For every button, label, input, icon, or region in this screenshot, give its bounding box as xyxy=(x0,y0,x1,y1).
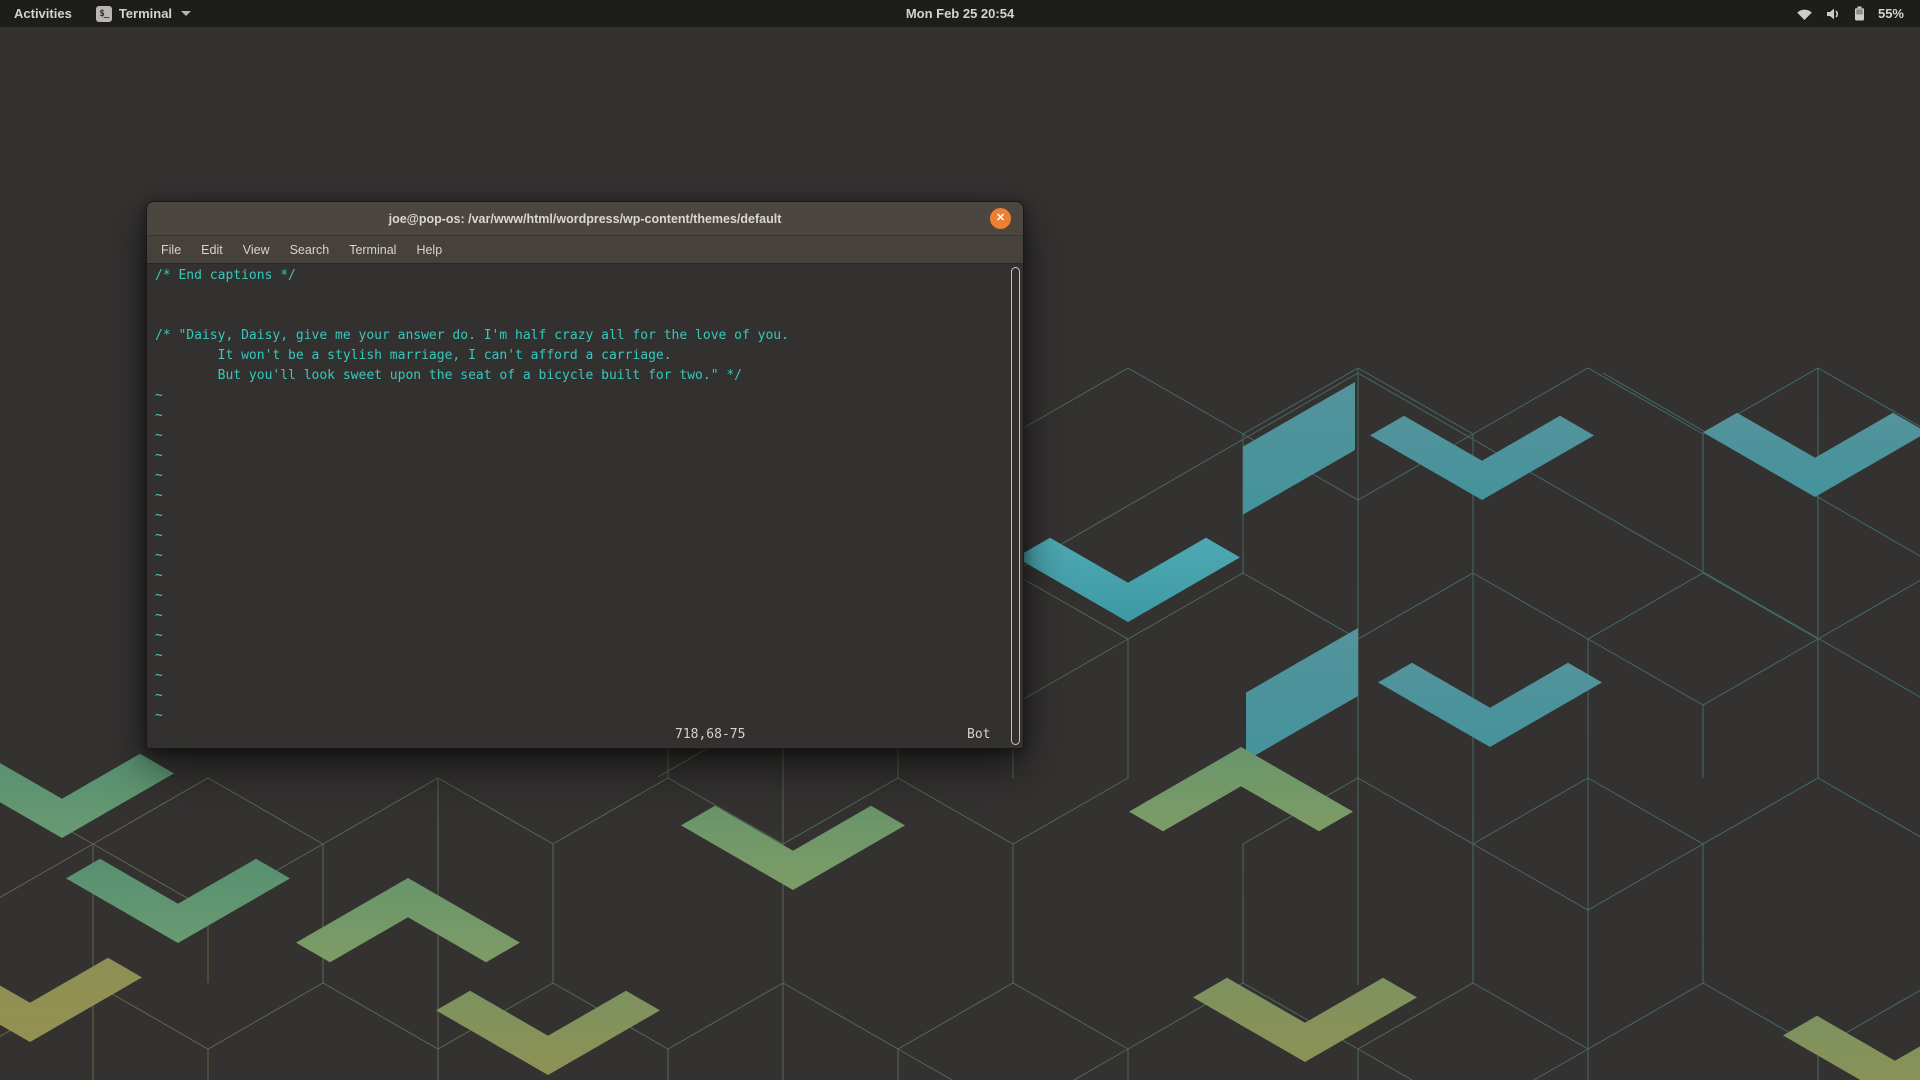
activities-button[interactable]: Activities xyxy=(0,0,86,27)
vim-tilde-line: ~ xyxy=(155,706,1007,726)
wallpaper-chevron xyxy=(681,806,905,890)
wallpaper-chevron xyxy=(1193,978,1417,1062)
terminal-app-icon: $_ xyxy=(96,6,112,22)
vim-tilde-line: ~ xyxy=(155,406,1007,426)
clock-button[interactable]: Mon Feb 25 20:54 xyxy=(906,6,1014,21)
app-menu-button[interactable]: $_ Terminal xyxy=(90,0,197,27)
vim-tilde-line: ~ xyxy=(155,686,1007,706)
top-bar: Activities $_ Terminal Mon Feb 25 20:54 … xyxy=(0,0,1920,27)
wallpaper-chevron xyxy=(1129,747,1353,831)
terminal-line: /* "Daisy, Daisy, give me your answer do… xyxy=(155,326,1007,346)
menu-item-view[interactable]: View xyxy=(233,239,280,261)
vim-tilde-line: ~ xyxy=(155,486,1007,506)
terminal-line xyxy=(155,306,1007,326)
terminal-line: It won't be a stylish marriage, I can't … xyxy=(155,346,1007,366)
vim-tilde-line: ~ xyxy=(155,546,1007,566)
menu-item-file[interactable]: File xyxy=(151,239,191,261)
vim-tilde-line: ~ xyxy=(155,566,1007,586)
menu-bar: FileEditViewSearchTerminalHelp xyxy=(147,236,1023,264)
wallpaper-chevron xyxy=(0,958,142,1042)
terminal-line: /* End captions */ xyxy=(155,266,1007,286)
window-title: joe@pop-os: /var/www/html/wordpress/wp-c… xyxy=(389,212,782,226)
vim-tilde-line: ~ xyxy=(155,446,1007,466)
vim-tilde-line: ~ xyxy=(155,626,1007,646)
vim-statusline: 718,68-75 Bot xyxy=(147,725,1023,745)
wifi-icon xyxy=(1796,7,1813,21)
vim-tilde-line: ~ xyxy=(155,646,1007,666)
wallpaper-chevron xyxy=(436,991,660,1075)
vim-tilde-line: ~ xyxy=(155,506,1007,526)
terminal-content[interactable]: /* End captions */ /* "Daisy, Daisy, giv… xyxy=(147,264,1023,748)
wallpaper-chevron xyxy=(1378,663,1602,747)
system-tray[interactable]: 55% xyxy=(1796,0,1920,27)
wallpaper-chevron xyxy=(1246,628,1358,761)
terminal-line: But you'll look sweet upon the seat of a… xyxy=(155,366,1007,386)
wallpaper-chevron xyxy=(0,754,174,838)
app-menu-label: Terminal xyxy=(119,6,172,21)
menu-item-help[interactable]: Help xyxy=(406,239,452,261)
wallpaper-chevron xyxy=(296,878,520,962)
battery-icon xyxy=(1854,6,1865,21)
terminal-text: /* End captions */ /* "Daisy, Daisy, giv… xyxy=(155,266,1007,726)
desktop: Activities $_ Terminal Mon Feb 25 20:54 … xyxy=(0,0,1920,1080)
battery-percentage: 55% xyxy=(1878,6,1904,21)
volume-icon xyxy=(1826,7,1841,21)
terminal-line xyxy=(155,286,1007,306)
wallpaper-chevron xyxy=(1783,1016,1920,1080)
clock-area: Mon Feb 25 20:54 xyxy=(0,6,1920,21)
chevron-down-icon xyxy=(181,11,191,16)
menu-item-search[interactable]: Search xyxy=(280,239,340,261)
menu-item-terminal[interactable]: Terminal xyxy=(339,239,406,261)
wallpaper-chevron xyxy=(1016,538,1240,622)
vim-scroll-position: Bot xyxy=(967,725,990,745)
terminal-window: joe@pop-os: /var/www/html/wordpress/wp-c… xyxy=(146,201,1024,749)
vim-tilde-line: ~ xyxy=(155,426,1007,446)
vim-ruler: 718,68-75 xyxy=(675,725,745,745)
close-button[interactable]: ✕ xyxy=(990,208,1011,229)
vim-tilde-line: ~ xyxy=(155,386,1007,406)
vim-tilde-line: ~ xyxy=(155,526,1007,546)
vim-tilde-line: ~ xyxy=(155,606,1007,626)
scrollbar[interactable] xyxy=(1011,267,1020,745)
wallpaper-chevron xyxy=(1703,413,1920,497)
vim-tilde-line: ~ xyxy=(155,466,1007,486)
scrollbar-thumb[interactable] xyxy=(1011,267,1020,745)
vim-tilde-line: ~ xyxy=(155,586,1007,606)
menu-item-edit[interactable]: Edit xyxy=(191,239,233,261)
wallpaper-chevron xyxy=(66,859,290,943)
window-titlebar[interactable]: joe@pop-os: /var/www/html/wordpress/wp-c… xyxy=(147,202,1023,236)
vim-tilde-line: ~ xyxy=(155,666,1007,686)
